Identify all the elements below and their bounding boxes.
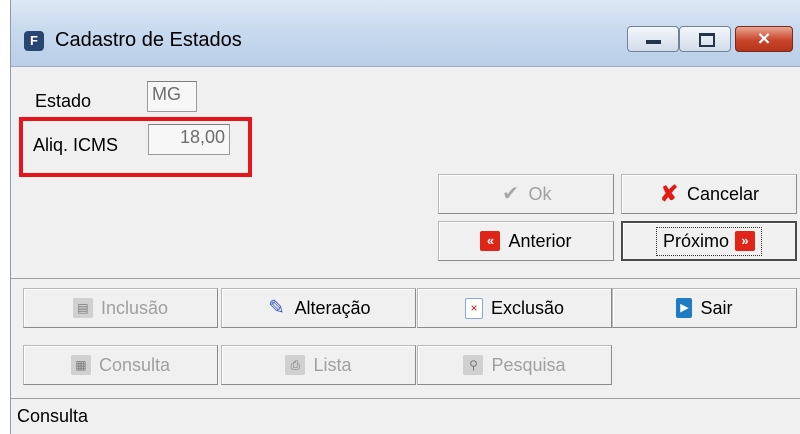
form-area: Estado MG Aliq. ICMS 18,00 ✔ Ok ✘ Cancel… <box>11 67 800 434</box>
app-icon: F <box>24 31 44 51</box>
double-right-icon: » <box>735 231 755 251</box>
separator <box>11 278 800 279</box>
alteracao-label: Alteração <box>294 297 371 318</box>
anterior-label: Anterior <box>508 230 572 251</box>
printer-icon: ⎙ <box>285 355 306 375</box>
pesquisa-button[interactable]: ⚲ Pesquisa <box>417 345 612 385</box>
sair-label: Sair <box>700 297 733 318</box>
alteracao-button[interactable]: ✎ Alteração <box>221 288 416 328</box>
anterior-button[interactable]: « Anterior <box>438 221 614 261</box>
add-document-icon: ▤ <box>72 298 93 318</box>
estado-label: Estado <box>35 91 92 111</box>
proximo-label: Próximo <box>662 230 729 251</box>
ok-button[interactable]: ✔ Ok <box>438 174 614 214</box>
estado-field[interactable]: MG <box>147 81 197 112</box>
ok-label: Ok <box>528 183 552 204</box>
check-icon: ✔ <box>502 183 519 205</box>
status-bar: Consulta <box>11 398 800 434</box>
window-title: Cadastro de Estados <box>55 29 242 51</box>
aliq-icms-label: Aliq. ICMS <box>33 135 119 155</box>
status-text: Consulta <box>17 406 89 426</box>
lista-label: Lista <box>313 354 352 375</box>
minimize-icon <box>646 40 661 44</box>
cadastro-estados-window: F Cadastro de Estados × Estado MG Aliq. … <box>10 0 800 434</box>
consulta-label: Consulta <box>98 354 171 375</box>
minimize-button[interactable] <box>627 26 679 52</box>
maximize-icon <box>699 33 715 47</box>
close-icon: × <box>756 28 772 49</box>
close-button[interactable]: × <box>735 26 793 52</box>
aliq-icms-field[interactable]: 18,00 <box>148 124 230 155</box>
proximo-button[interactable]: Próximo » <box>621 221 797 261</box>
delete-document-icon: × <box>464 297 483 319</box>
inclusao-label: Inclusão <box>100 297 169 318</box>
cancelar-label: Cancelar <box>686 183 760 204</box>
lista-button[interactable]: ⎙ Lista <box>221 345 416 385</box>
exclusao-label: Exclusão <box>490 297 565 318</box>
proximo-focus-rect: Próximo » <box>655 226 762 256</box>
pesquisa-label: Pesquisa <box>491 354 566 375</box>
exit-door-icon: ▶ <box>676 298 693 318</box>
query-card-icon: ▦ <box>70 355 91 375</box>
consulta-button[interactable]: ▦ Consulta <box>23 345 218 385</box>
double-left-icon: « <box>480 231 501 251</box>
exclusao-button[interactable]: × Exclusão <box>417 288 612 328</box>
edit-pencil-icon: ✎ <box>268 297 285 319</box>
title-bar[interactable]: F Cadastro de Estados × <box>11 0 800 67</box>
maximize-button[interactable] <box>679 26 731 52</box>
search-magnifier-icon: ⚲ <box>463 355 484 375</box>
inclusao-button[interactable]: ▤ Inclusão <box>23 288 218 328</box>
cancelar-button[interactable]: ✘ Cancelar <box>621 174 797 214</box>
sair-button[interactable]: ▶ Sair <box>612 288 797 328</box>
red-x-icon: ✘ <box>659 181 679 206</box>
